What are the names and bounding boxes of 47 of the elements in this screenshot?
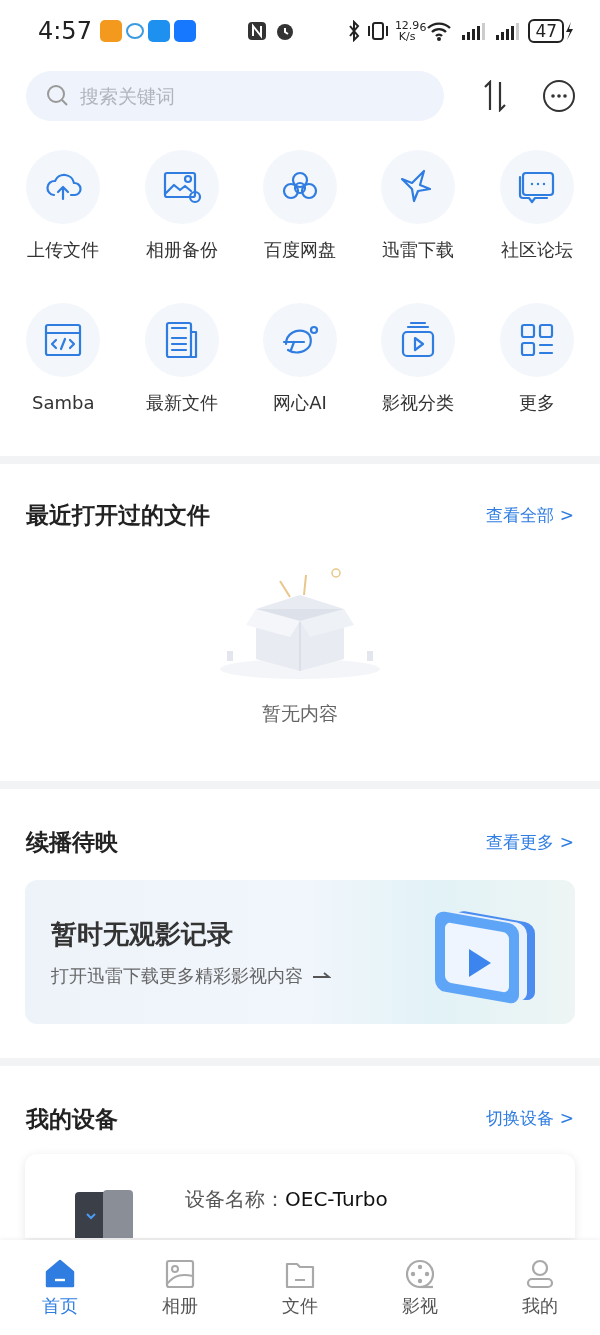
section-title: 我的设备 xyxy=(26,1104,118,1134)
nav-tab[interactable]: 首页 xyxy=(0,1258,120,1335)
shortcut-button[interactable]: 影视分类 xyxy=(359,303,478,416)
empty-history-banner[interactable]: 暂时无观影记录 打开迅雷下载更多精彩影视内容 xyxy=(25,879,575,1024)
shortcut-button[interactable]: 更多 xyxy=(477,303,596,416)
nav-tab[interactable]: 相册 xyxy=(120,1258,240,1335)
network-speed-unit: K/s xyxy=(398,31,416,42)
view-more-link[interactable]: 切换设备 > xyxy=(486,1106,574,1132)
view-more-link[interactable]: 查看全部 > xyxy=(486,502,574,528)
image-icon xyxy=(164,1258,196,1290)
empty-state-text: 暂无内容 xyxy=(262,700,338,726)
device-name-label: 设备名称： xyxy=(185,1186,285,1213)
shortcut-button[interactable]: 迅雷下载 xyxy=(359,150,478,263)
section-title: 续播待映 xyxy=(26,828,118,857)
shortcut-button[interactable]: 百度网盘 xyxy=(240,150,360,263)
section-title: 最近打开过的文件 xyxy=(26,501,210,530)
payment-app-icon xyxy=(173,20,196,42)
device-name: OEC-Turbo xyxy=(285,1186,388,1213)
clock-time: 4:57 xyxy=(38,16,92,47)
shortcut-button[interactable]: 上传文件 xyxy=(4,150,123,263)
shortcut-button[interactable]: Samba xyxy=(4,303,123,416)
nfc-icon xyxy=(246,20,269,42)
home-icon xyxy=(44,1258,76,1290)
signal-icon xyxy=(460,21,487,41)
nav-tab[interactable]: 影视 xyxy=(360,1258,480,1335)
banner-title: 暂时无观影记录 xyxy=(51,917,234,951)
nav-tab[interactable]: 我的 xyxy=(480,1258,600,1335)
more-options-icon[interactable] xyxy=(542,79,576,113)
shortcut-button[interactable]: 相册备份 xyxy=(122,150,241,263)
message-app-icon xyxy=(147,20,170,42)
search-field[interactable]: 搜索关键词 xyxy=(26,71,444,121)
search-icon xyxy=(46,84,70,108)
user-icon xyxy=(524,1258,556,1290)
banner-subtitle: 打开迅雷下载更多精彩影视内容 xyxy=(51,963,303,988)
bluetooth-icon xyxy=(346,20,361,42)
film-reel-icon xyxy=(404,1258,436,1290)
network-speed: 12.9 xyxy=(394,20,420,31)
shortcut-button[interactable]: 网心AI xyxy=(240,303,360,416)
app-icon xyxy=(99,20,122,42)
battery-indicator: 47 xyxy=(528,19,564,43)
nav-tab[interactable]: 文件 xyxy=(240,1258,360,1335)
wifi-icon xyxy=(426,20,453,42)
shortcut-button[interactable]: 最新文件 xyxy=(122,303,241,416)
view-more-link[interactable]: 查看更多 > xyxy=(486,829,574,855)
shortcut-button[interactable]: 社区论坛 xyxy=(477,150,596,263)
signal-icon xyxy=(494,21,521,41)
wifi-label: 6 xyxy=(419,20,427,36)
